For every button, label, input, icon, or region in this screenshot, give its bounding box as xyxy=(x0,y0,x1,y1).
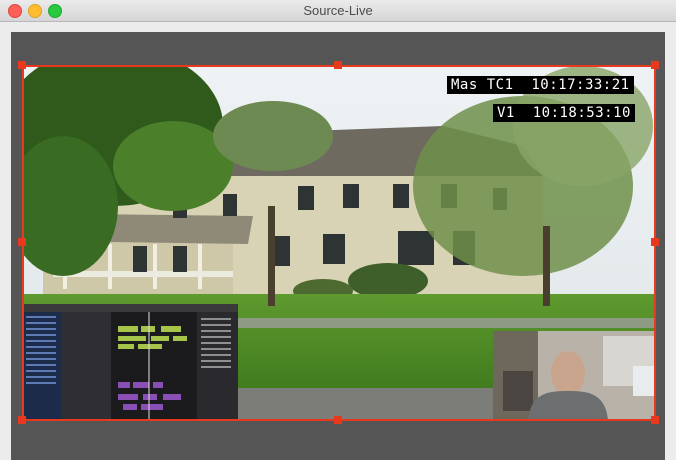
video-timecode-value: 10:18:53:10 xyxy=(532,105,631,121)
resize-handle-bottom-left[interactable] xyxy=(18,416,26,424)
window-title: Source-Live xyxy=(303,3,373,18)
resize-handle-left[interactable] xyxy=(18,238,26,246)
app-window: Source-Live Mas TC1 10:17:33:21 V1 10:18… xyxy=(0,0,676,460)
screen-capture-inset[interactable] xyxy=(23,304,238,420)
preview-canvas[interactable]: Mas TC1 10:17:33:21 V1 10:18:53:10 xyxy=(11,32,665,460)
video-timecode-label: V1 xyxy=(497,105,515,121)
master-timecode-label: Mas TC1 xyxy=(451,77,514,93)
resize-handle-top-left[interactable] xyxy=(18,61,26,69)
resize-handle-bottom[interactable] xyxy=(334,416,342,424)
master-timecode-value: 10:17:33:21 xyxy=(531,77,630,93)
resize-handle-top[interactable] xyxy=(334,61,342,69)
video-frame[interactable]: Mas TC1 10:17:33:21 V1 10:18:53:10 xyxy=(23,66,655,420)
webcam-image xyxy=(493,331,655,420)
resize-handle-bottom-right[interactable] xyxy=(651,416,659,424)
daw-screen-image xyxy=(23,304,238,420)
resize-handle-right[interactable] xyxy=(651,238,659,246)
resize-handle-top-right[interactable] xyxy=(651,61,659,69)
title-bar[interactable]: Source-Live xyxy=(0,0,676,22)
master-timecode-overlay: Mas TC1 10:17:33:21 xyxy=(447,76,634,94)
content-area: Mas TC1 10:17:33:21 V1 10:18:53:10 xyxy=(0,22,676,460)
video-timecode-overlay: V1 10:18:53:10 xyxy=(493,104,635,122)
webcam-inset[interactable] xyxy=(493,331,655,420)
